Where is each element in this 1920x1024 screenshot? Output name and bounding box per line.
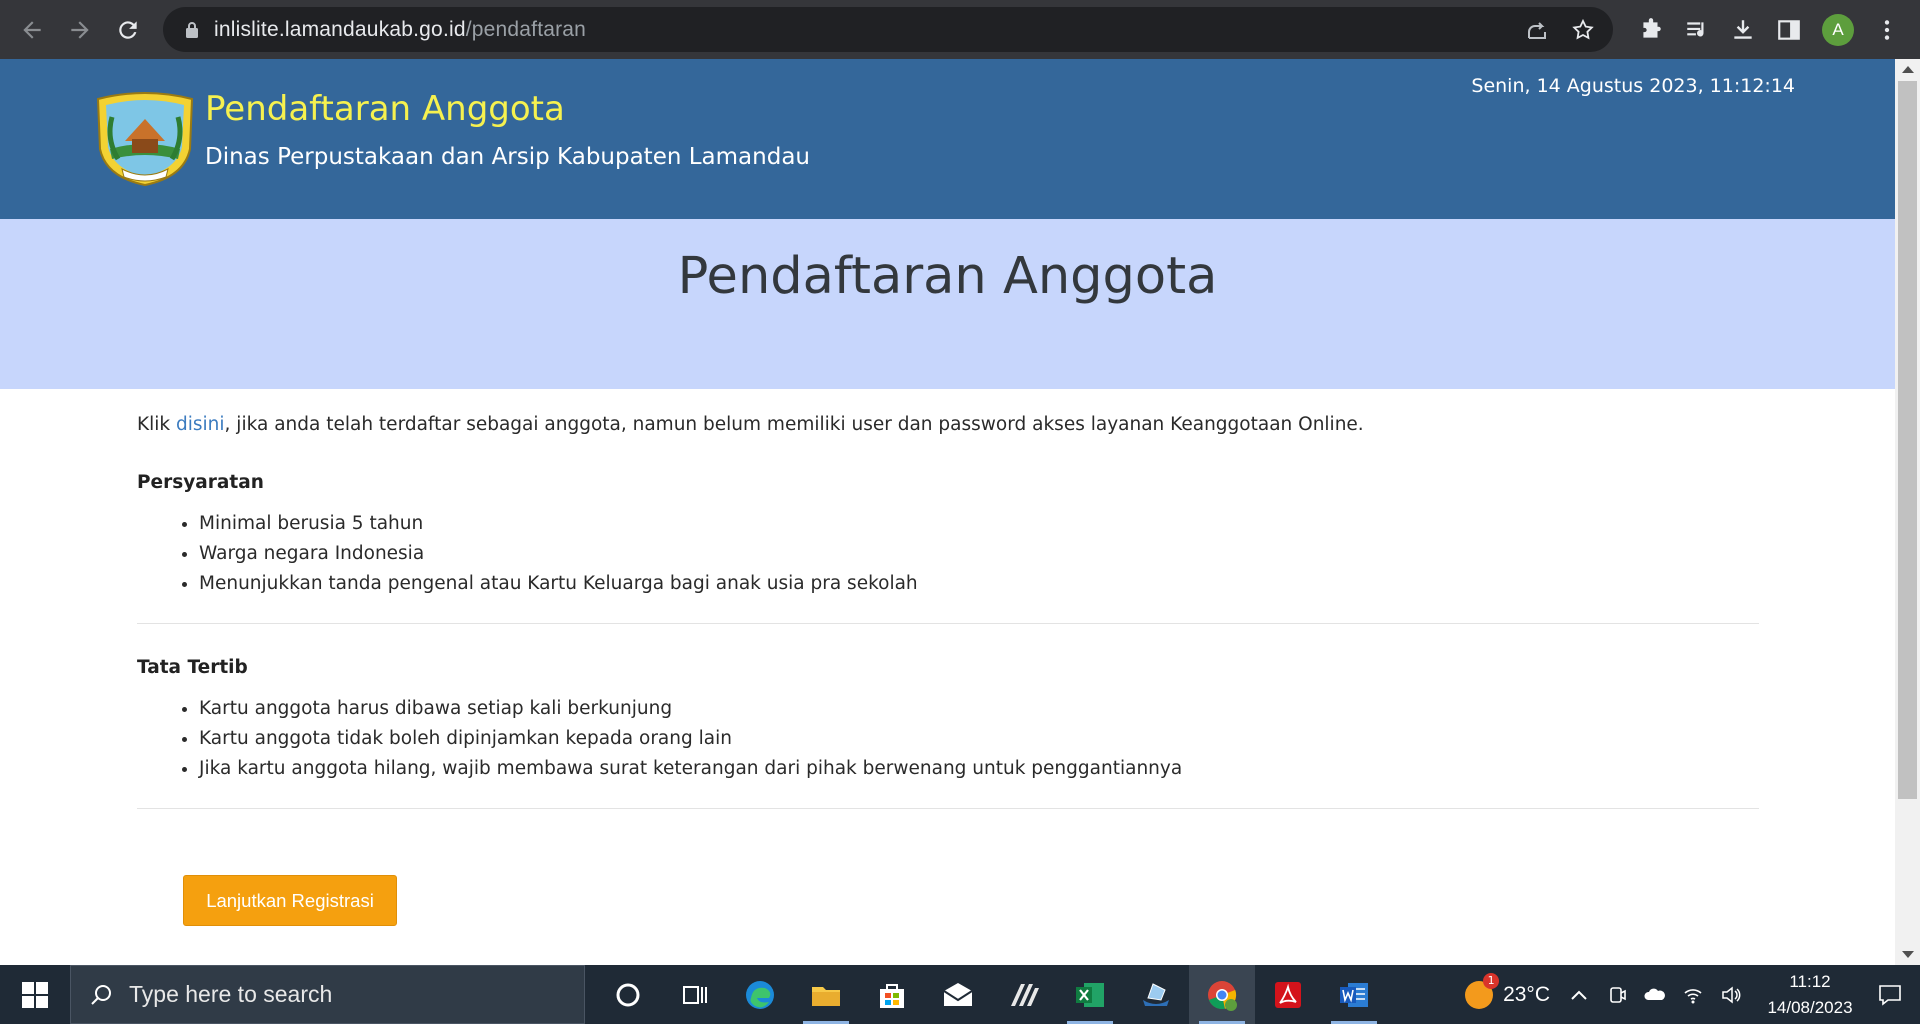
mail-app[interactable] <box>925 965 991 1024</box>
word-app[interactable] <box>1321 965 1387 1024</box>
chrome-icon <box>1208 980 1237 1011</box>
wifi-icon[interactable] <box>1682 984 1704 1006</box>
onedrive-cloud-icon[interactable] <box>1644 984 1666 1006</box>
book-ship-icon <box>1143 982 1169 1006</box>
divider <box>137 808 1759 809</box>
main-content: Klik disini, jika anda telah terdaftar s… <box>137 414 1759 926</box>
requirements-list: Minimal berusia 5 tahun Warga negara Ind… <box>137 509 1759 599</box>
rules-list: Kartu anggota harus dibawa setiap kali b… <box>137 694 1759 784</box>
notification-center-button[interactable] <box>1860 982 1920 1008</box>
forward-button[interactable] <box>56 6 104 54</box>
intro-prefix: Klik <box>137 414 177 435</box>
windows-logo-icon <box>22 981 48 1008</box>
store-bag-icon <box>880 983 904 1008</box>
shelf-app[interactable] <box>1123 965 1189 1024</box>
windows-taskbar: Type here to search 1 23°C 11:12 14/08/2… <box>0 965 1920 1024</box>
url-host: inlislite.lamandaukab.go.id <box>214 17 466 41</box>
current-datetime: Senin, 14 Agustus 2023, 11:12:14 <box>1471 75 1795 97</box>
intro-text: Klik disini, jika anda telah terdaftar s… <box>137 414 1759 435</box>
weather-temperature: 23°C <box>1503 982 1550 1006</box>
scroll-down-arrow-icon[interactable] <box>1902 951 1914 958</box>
word-icon <box>1340 982 1368 1007</box>
hero-banner: Pendaftaran Anggota <box>0 219 1895 389</box>
weather-badge: 1 <box>1483 972 1500 989</box>
site-subtitle: Dinas Perpustakaan dan Arsip Kabupaten L… <box>205 144 810 170</box>
file-explorer-app[interactable] <box>793 965 859 1024</box>
chrome-app[interactable] <box>1189 965 1255 1024</box>
edge-app[interactable] <box>727 965 793 1024</box>
continue-registration-button[interactable]: Lanjutkan Registrasi <box>183 875 397 926</box>
task-view-icon <box>683 985 707 1004</box>
system-tray: 1 23°C 11:12 14/08/2023 <box>1465 965 1920 1024</box>
taskbar-apps <box>595 965 1387 1024</box>
url-text: inlislite.lamandaukab.go.id/pendaftaran <box>214 18 586 42</box>
circle-icon <box>616 983 640 1006</box>
volume-icon[interactable] <box>1720 984 1742 1006</box>
arrow-left-icon <box>23 20 41 39</box>
site-title: Pendaftaran Anggota <box>205 89 565 129</box>
reload-button[interactable] <box>104 6 152 54</box>
chevron-up-icon[interactable] <box>1568 984 1590 1006</box>
clock-date: 14/08/2023 <box>1767 997 1853 1017</box>
list-item: Warga negara Indonesia <box>199 539 1759 569</box>
notification-icon <box>1879 984 1901 1006</box>
pdf-icon <box>1275 981 1301 1008</box>
extensions-icon[interactable] <box>1638 17 1664 43</box>
download-icon[interactable] <box>1730 17 1756 43</box>
search-placeholder: Type here to search <box>129 981 333 1007</box>
taskbar-search[interactable]: Type here to search <box>70 965 585 1024</box>
excel-icon <box>1076 982 1104 1007</box>
store-app[interactable] <box>859 965 925 1024</box>
address-bar[interactable]: inlislite.lamandaukab.go.id/pendaftaran <box>163 7 1613 52</box>
share-icon[interactable] <box>1525 18 1549 42</box>
app-slashes[interactable] <box>991 965 1057 1024</box>
meet-now-icon[interactable] <box>1606 984 1628 1006</box>
scroll-thumb[interactable] <box>1898 81 1917 799</box>
excel-app[interactable] <box>1057 965 1123 1024</box>
url-path: /pendaftaran <box>465 17 587 41</box>
browser-toolbar: inlislite.lamandaukab.go.id/pendaftaran … <box>0 0 1920 59</box>
taskbar-clock[interactable]: 11:12 14/08/2023 <box>1760 969 1860 1021</box>
clock-time: 11:12 <box>1789 971 1831 991</box>
mail-icon <box>943 982 973 1006</box>
search-icon <box>91 984 111 1005</box>
page-title: Pendaftaran Anggota <box>677 247 1218 306</box>
back-button[interactable] <box>8 6 56 54</box>
disini-link[interactable]: disini <box>176 414 225 435</box>
list-item: Menunjukkan tanda pengenal atau Kartu Ke… <box>199 569 1759 599</box>
weather-widget[interactable]: 1 23°C <box>1465 972 1550 1009</box>
list-item: Kartu anggota tidak boleh dipinjamkan ke… <box>199 724 1759 754</box>
slashes-app-icon <box>1011 983 1039 1006</box>
sun-icon: 1 <box>1465 972 1500 1009</box>
more-menu-icon[interactable] <box>1874 17 1900 43</box>
folder-icon <box>812 986 840 1006</box>
bookmark-star-icon[interactable] <box>1571 18 1595 42</box>
cortana-button[interactable] <box>595 965 661 1024</box>
kabupaten-lamandau-emblem-icon <box>96 92 194 187</box>
media-queue-icon[interactable] <box>1684 17 1710 43</box>
page-scrollbar[interactable] <box>1895 59 1920 965</box>
acrobat-app[interactable] <box>1255 965 1321 1024</box>
intro-suffix: , jika anda telah terdaftar sebagai angg… <box>224 414 1364 435</box>
start-button[interactable] <box>0 965 70 1024</box>
list-item: Kartu anggota harus dibawa setiap kali b… <box>199 694 1759 724</box>
site-header: Pendaftaran Anggota Dinas Perpustakaan d… <box>0 59 1895 219</box>
requirements-heading: Persyaratan <box>137 472 264 493</box>
scroll-up-arrow-icon[interactable] <box>1902 66 1914 73</box>
list-item: Minimal berusia 5 tahun <box>199 509 1759 539</box>
list-item: Jika kartu anggota hilang, wajib membawa… <box>199 754 1759 784</box>
lock-icon <box>186 21 198 38</box>
divider <box>137 623 1759 624</box>
side-panel-icon[interactable] <box>1776 17 1802 43</box>
arrow-right-icon <box>71 20 89 39</box>
rules-heading: Tata Tertib <box>137 657 248 678</box>
reload-icon <box>119 20 137 39</box>
profile-avatar[interactable]: A <box>1822 13 1854 46</box>
task-view-button[interactable] <box>661 965 727 1024</box>
page-viewport: Pendaftaran Anggota Dinas Perpustakaan d… <box>0 59 1920 965</box>
edge-icon <box>746 980 774 1009</box>
